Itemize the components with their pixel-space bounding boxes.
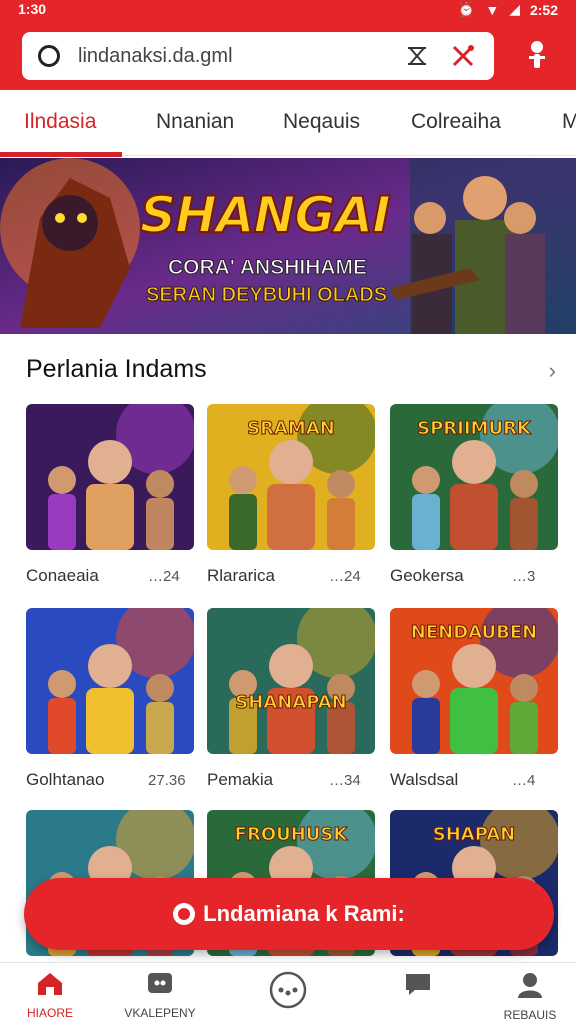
nav-chat[interactable]: VKALEPENY: [112, 971, 208, 1020]
game-card-meta: …4: [512, 772, 536, 789]
section-title: Perlania Indams: [26, 355, 207, 383]
menu-icon[interactable]: [522, 38, 552, 72]
game-card-title-art: SRAMAN: [247, 418, 336, 440]
tab-neqauis[interactable]: Neqauis: [283, 110, 360, 134]
game-card-title-art: SHAPAN: [432, 824, 516, 846]
home-icon: [38, 973, 62, 995]
more-icon: [269, 971, 307, 1009]
status-time: 1:30: [18, 1, 47, 17]
tab-indasia[interactable]: Ilndasia: [24, 110, 96, 134]
game-card-meta: …34: [329, 772, 361, 789]
nav-profile-label: REBAUIS: [503, 1008, 557, 1022]
cta-button[interactable]: Lndamiana k Rami:: [24, 878, 554, 950]
wifi-icon: ▼: [485, 1, 500, 18]
game-card[interactable]: NENDAUBEN: [390, 608, 558, 754]
game-card-meta: …24: [148, 568, 180, 585]
category-tabs: Ilndasia Nnanian Neqauis Colreaiha M: [0, 90, 576, 156]
section-more-arrow-icon[interactable]: ›: [549, 358, 556, 384]
cta-label: Lndamiana k Rami:: [203, 901, 405, 926]
battery-level: 2:52: [529, 1, 558, 18]
game-card-title-art: FROUHUSK: [234, 824, 348, 846]
game-card-title: Golhtanao: [26, 770, 105, 789]
game-card[interactable]: [26, 608, 194, 754]
close-tab-icon[interactable]: [448, 41, 478, 71]
nav-home-label: HIAORE: [26, 1006, 73, 1020]
chat-icon: [148, 973, 172, 993]
site-info-icon[interactable]: [38, 45, 60, 67]
game-card[interactable]: SPRIIMURK: [390, 404, 558, 550]
play-icon: [173, 903, 196, 925]
game-card-title-art: SHANAPAN: [235, 692, 348, 714]
game-card-title-art: SPRIIMURK: [417, 418, 532, 440]
tab-nnanian[interactable]: Nnanian: [156, 110, 234, 134]
banner-subtitle: CORA' ANSHIHAME: [167, 256, 368, 280]
nav-home[interactable]: HIAORE: [2, 971, 98, 1020]
nav-chat-label: VKALEPENY: [124, 1006, 196, 1020]
game-card-title: Geokersa: [390, 566, 464, 585]
profile-icon: [518, 973, 542, 998]
message-icon: [406, 974, 430, 995]
game-card-meta: …3: [512, 568, 536, 585]
signal-icon: ◢: [509, 1, 520, 17]
game-card[interactable]: [26, 404, 194, 550]
banner-tagline: SERAN DEYBUHI OLADS: [145, 284, 388, 307]
game-card-title: Rlararica: [207, 566, 276, 585]
banner-title: SHANGAI: [139, 185, 392, 245]
tab-colreaiha[interactable]: Colreaiha: [411, 110, 501, 134]
status-bar: 1:30 ⏰ ▼ ◢ 2:52: [0, 0, 576, 22]
status-icons: ⏰ ▼ ◢ 2:52: [458, 1, 558, 18]
promo-banner[interactable]: SHANGAI CORA' ANSHIHAME SERAN DEYBUHI OL…: [0, 158, 576, 334]
address-bar[interactable]: lindanaksi.da.gml: [22, 32, 494, 80]
game-card-title: Walsdsal: [390, 770, 459, 789]
game-card-title-art: NENDAUBEN: [410, 622, 538, 644]
game-card-meta: …24: [329, 568, 361, 585]
alarm-icon: ⏰: [457, 1, 476, 17]
nav-profile[interactable]: REBAUIS: [482, 971, 576, 1022]
game-card-title: Conaeaia: [26, 566, 99, 585]
game-card-meta: 27.36: [148, 772, 186, 789]
share-icon[interactable]: [402, 41, 432, 71]
active-tab-indicator: [0, 152, 122, 157]
bottom-navigation: HIAORE VKALEPENY REBAUIS: [0, 962, 576, 1024]
address-text[interactable]: lindanaksi.da.gml: [78, 45, 402, 68]
nav-messages[interactable]: [370, 971, 466, 1002]
nav-center[interactable]: [240, 971, 336, 1014]
game-card[interactable]: SHANAPAN: [207, 608, 375, 754]
browser-top-bar: lindanaksi.da.gml: [0, 22, 576, 90]
game-card-title: Pemakia: [207, 770, 274, 789]
tab-more[interactable]: M: [562, 110, 576, 134]
game-card[interactable]: SRAMAN: [207, 404, 375, 550]
